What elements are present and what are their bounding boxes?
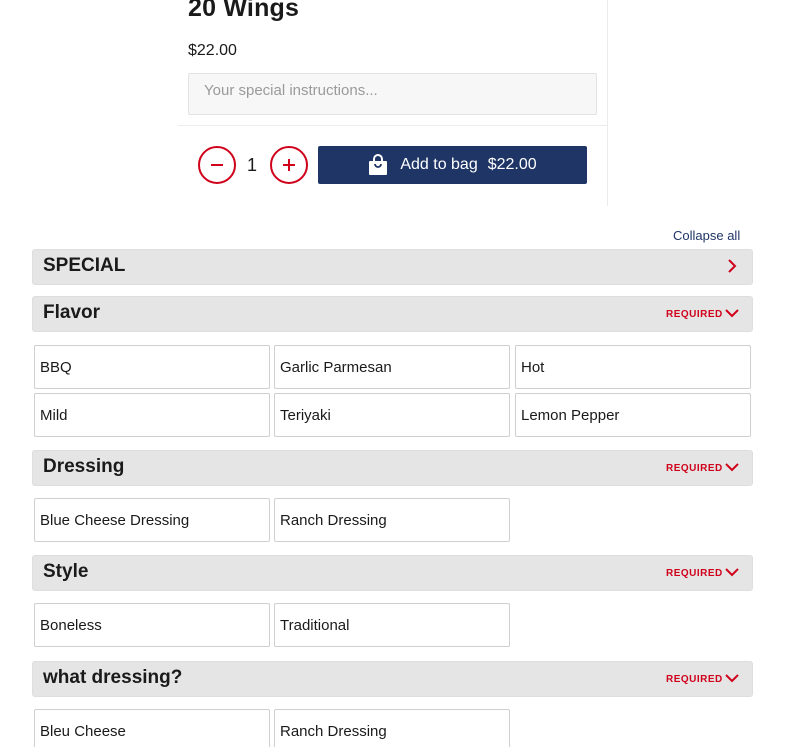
product-price: $22.00 [188,42,237,59]
option-boneless[interactable]: Boneless [34,603,270,647]
section-title: Style [43,561,89,582]
increase-quantity-button[interactable] [270,146,308,184]
chevron-down-icon [724,670,740,686]
plus-icon [283,159,295,171]
option-traditional[interactable]: Traditional [274,603,510,647]
option-bleu-cheese[interactable]: Bleu Cheese [34,709,270,747]
option-hot[interactable]: Hot [515,345,751,389]
chevron-down-icon [724,564,740,580]
section-title: SPECIAL [43,255,126,276]
section-header-flavor[interactable]: Flavor REQUIRED [32,296,753,332]
add-to-bag-label: Add to bag [400,156,478,173]
required-badge: REQUIRED [666,674,723,685]
option-mild[interactable]: Mild [34,393,270,437]
card-divider [178,125,608,126]
section-header-what-dressing[interactable]: what dressing? REQUIRED [32,661,753,697]
section-header-special[interactable]: SPECIAL [32,249,753,285]
required-badge: REQUIRED [666,568,723,579]
option-ranch-dressing-2[interactable]: Ranch Dressing [274,709,510,747]
special-instructions-input[interactable] [188,73,597,115]
required-badge: REQUIRED [666,463,723,474]
section-title: what dressing? [43,667,183,688]
collapse-all-link[interactable]: Collapse all [673,228,740,243]
chevron-down-icon [724,305,740,321]
option-bbq[interactable]: BBQ [34,345,270,389]
option-garlic-parmesan[interactable]: Garlic Parmesan [274,345,510,389]
section-header-style[interactable]: Style REQUIRED [32,555,753,591]
minus-icon [211,164,223,166]
option-blue-cheese-dressing[interactable]: Blue Cheese Dressing [34,498,270,542]
product-card: 20 Wings $22.00 1 Add to bag $22.00 [178,0,608,206]
option-ranch-dressing[interactable]: Ranch Dressing [274,498,510,542]
quantity-value: 1 [246,155,257,175]
shopping-bag-icon [368,154,388,176]
option-teriyaki[interactable]: Teriyaki [274,393,510,437]
section-header-dressing[interactable]: Dressing REQUIRED [32,450,753,486]
decrease-quantity-button[interactable] [198,146,236,184]
chevron-right-icon [724,258,740,274]
product-title: 20 Wings [188,0,300,22]
section-title: Dressing [43,456,125,477]
section-title: Flavor [43,302,101,323]
chevron-down-icon [724,459,740,475]
add-to-bag-button[interactable]: Add to bag $22.00 [318,146,587,184]
add-to-bag-price: $22.00 [487,156,537,173]
option-lemon-pepper[interactable]: Lemon Pepper [515,393,751,437]
required-badge: REQUIRED [666,309,723,320]
